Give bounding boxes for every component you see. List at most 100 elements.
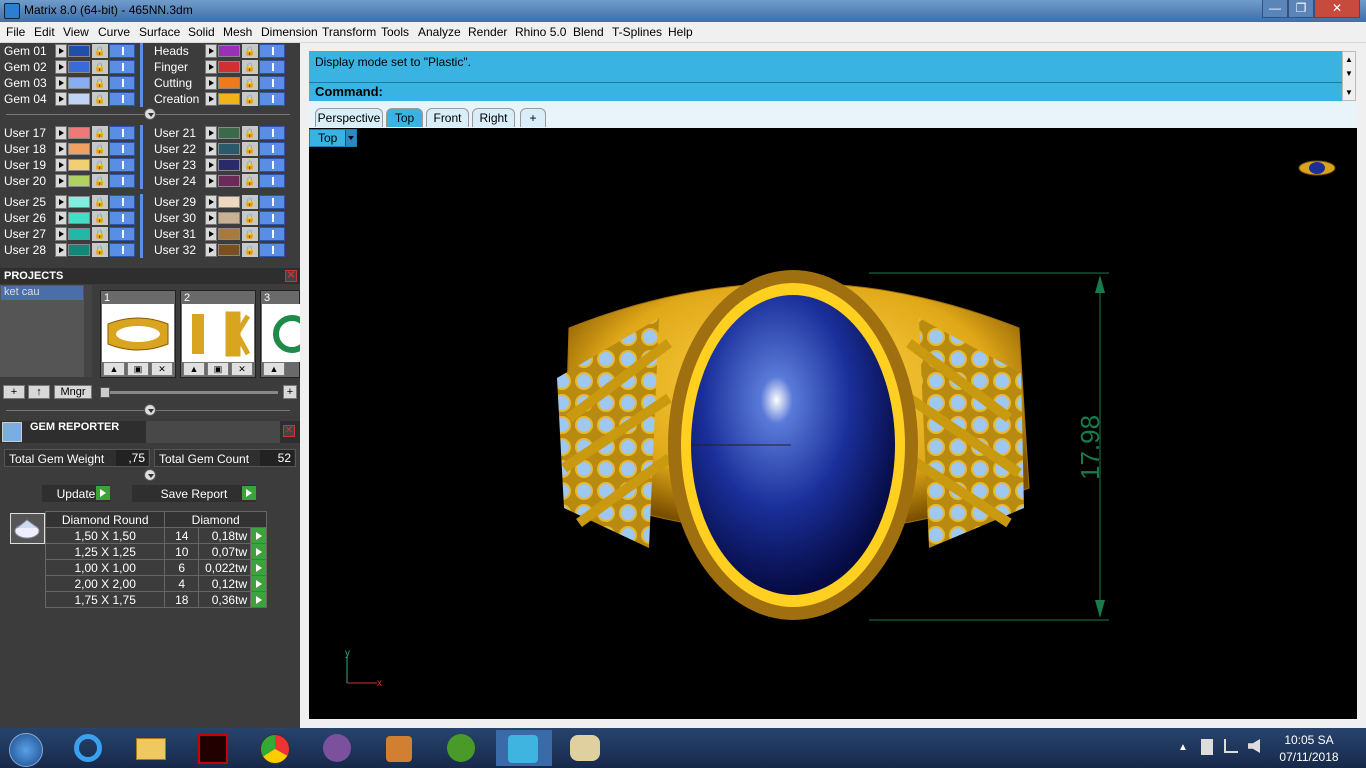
layer-color-swatch[interactable]: [68, 77, 90, 89]
visibility-toggle[interactable]: [259, 60, 285, 74]
add-project-button[interactable]: +: [3, 385, 25, 399]
lock-icon[interactable]: 🔒: [92, 92, 108, 106]
visibility-toggle[interactable]: [109, 211, 135, 225]
layer-row[interactable]: User 30 🔒: [150, 210, 288, 226]
visibility-toggle[interactable]: [109, 158, 135, 172]
layer-row[interactable]: Heads 🔒: [150, 43, 288, 59]
paint-icon[interactable]: [558, 730, 614, 766]
visibility-toggle[interactable]: [109, 126, 135, 140]
layer-color-swatch[interactable]: [68, 127, 90, 139]
project-thumbnail-2[interactable]: 2 ▲ ▣ ✕: [180, 290, 256, 378]
lock-icon[interactable]: 🔒: [242, 227, 258, 241]
tab-front[interactable]: Front: [426, 108, 469, 127]
layer-expand-icon[interactable]: [55, 142, 67, 156]
lock-icon[interactable]: 🔒: [242, 60, 258, 74]
row-select-button[interactable]: [250, 575, 267, 592]
lock-icon[interactable]: 🔒: [242, 195, 258, 209]
zoom-in-button[interactable]: +: [283, 385, 297, 399]
visibility-toggle[interactable]: [259, 195, 285, 209]
layer-color-swatch[interactable]: [218, 212, 240, 224]
layer-expand-icon[interactable]: [205, 126, 217, 140]
visibility-toggle[interactable]: [109, 243, 135, 257]
tray-chevron-icon[interactable]: ▲: [1178, 742, 1188, 753]
layer-row[interactable]: User 25 🔒: [0, 194, 138, 210]
layer-color-swatch[interactable]: [68, 244, 90, 256]
layer-row[interactable]: User 29 🔒: [150, 194, 288, 210]
start-button[interactable]: [0, 730, 50, 767]
visibility-toggle[interactable]: [259, 142, 285, 156]
clock-date[interactable]: 07/11/2018: [1278, 750, 1340, 764]
layer-row[interactable]: Gem 03 🔒: [0, 75, 138, 91]
lock-icon[interactable]: 🔒: [92, 174, 108, 188]
menu-transform[interactable]: Transform: [322, 25, 376, 39]
visibility-toggle[interactable]: [259, 227, 285, 241]
thumbnail-up-button[interactable]: ▲: [263, 362, 285, 376]
lock-icon[interactable]: 🔒: [92, 126, 108, 140]
project-item[interactable]: ket cau: [1, 286, 83, 300]
collapse-handle[interactable]: [144, 469, 156, 481]
layer-color-swatch[interactable]: [218, 127, 240, 139]
visibility-toggle[interactable]: [109, 195, 135, 209]
chrome-icon[interactable]: [248, 730, 304, 766]
layer-row[interactable]: User 19 🔒: [0, 157, 138, 173]
layer-row[interactable]: Finger 🔒: [150, 59, 288, 75]
layer-expand-icon[interactable]: [55, 211, 67, 225]
layer-row[interactable]: Creation 🔒: [150, 91, 288, 107]
layer-expand-icon[interactable]: [55, 243, 67, 257]
menu-blend[interactable]: Blend: [573, 25, 604, 39]
zoom-slider-handle[interactable]: [100, 387, 110, 398]
visibility-toggle[interactable]: [259, 76, 285, 90]
layer-expand-icon[interactable]: [205, 195, 217, 209]
layer-row[interactable]: User 32 🔒: [150, 242, 288, 258]
layer-expand-icon[interactable]: [205, 142, 217, 156]
menu-rhino[interactable]: Rhino 5.0: [515, 25, 566, 39]
row-select-button[interactable]: [250, 527, 267, 544]
layer-expand-icon[interactable]: [55, 60, 67, 74]
layer-row[interactable]: User 18 🔒: [0, 141, 138, 157]
zoom-slider-track[interactable]: [100, 391, 278, 394]
layer-color-swatch[interactable]: [68, 93, 90, 105]
viewport-top[interactable]: 17.98 x y: [309, 128, 1357, 719]
layer-color-swatch[interactable]: [68, 143, 90, 155]
matrix-app-icon[interactable]: [496, 730, 552, 766]
volume-icon[interactable]: [1248, 739, 1260, 753]
visibility-toggle[interactable]: [109, 92, 135, 106]
menu-dimension[interactable]: Dimension: [261, 25, 318, 39]
layer-row[interactable]: User 20 🔒: [0, 173, 138, 189]
layer-expand-icon[interactable]: [205, 92, 217, 106]
thumbnail-delete-button[interactable]: ✕: [231, 362, 253, 376]
lock-icon[interactable]: 🔒: [92, 60, 108, 74]
lock-icon[interactable]: 🔒: [242, 211, 258, 225]
layer-expand-icon[interactable]: [55, 174, 67, 188]
thumbnail-delete-button[interactable]: ✕: [151, 362, 173, 376]
layer-row[interactable]: User 28 🔒: [0, 242, 138, 258]
layer-expand-icon[interactable]: [55, 76, 67, 90]
layer-color-swatch[interactable]: [218, 244, 240, 256]
signal-icon[interactable]: [1224, 739, 1238, 753]
layer-expand-icon[interactable]: [205, 44, 217, 58]
close-button[interactable]: ✕: [1314, 0, 1360, 18]
visibility-toggle[interactable]: [109, 227, 135, 241]
menu-edit[interactable]: Edit: [34, 25, 55, 39]
media-player-icon[interactable]: [372, 730, 428, 766]
coreldraw-icon[interactable]: [434, 730, 490, 766]
menu-file[interactable]: File: [6, 25, 25, 39]
lock-icon[interactable]: 🔒: [92, 44, 108, 58]
visibility-toggle[interactable]: [259, 44, 285, 58]
visibility-toggle[interactable]: [109, 60, 135, 74]
layer-color-swatch[interactable]: [68, 196, 90, 208]
layer-color-swatch[interactable]: [218, 196, 240, 208]
command-input[interactable]: Command:: [309, 82, 1342, 101]
move-up-button[interactable]: ↑: [28, 385, 50, 399]
tab-right[interactable]: Right: [472, 108, 515, 127]
lock-icon[interactable]: 🔒: [242, 126, 258, 140]
layer-expand-icon[interactable]: [55, 126, 67, 140]
layer-expand-icon[interactable]: [205, 76, 217, 90]
scroll-down-icon[interactable]: ▼: [1345, 88, 1353, 97]
layer-row[interactable]: User 27 🔒: [0, 226, 138, 242]
layer-expand-icon[interactable]: [205, 174, 217, 188]
layer-color-swatch[interactable]: [218, 143, 240, 155]
minimize-button[interactable]: —: [1262, 0, 1288, 18]
menu-view[interactable]: View: [63, 25, 89, 39]
collapse-handle[interactable]: [144, 108, 156, 120]
